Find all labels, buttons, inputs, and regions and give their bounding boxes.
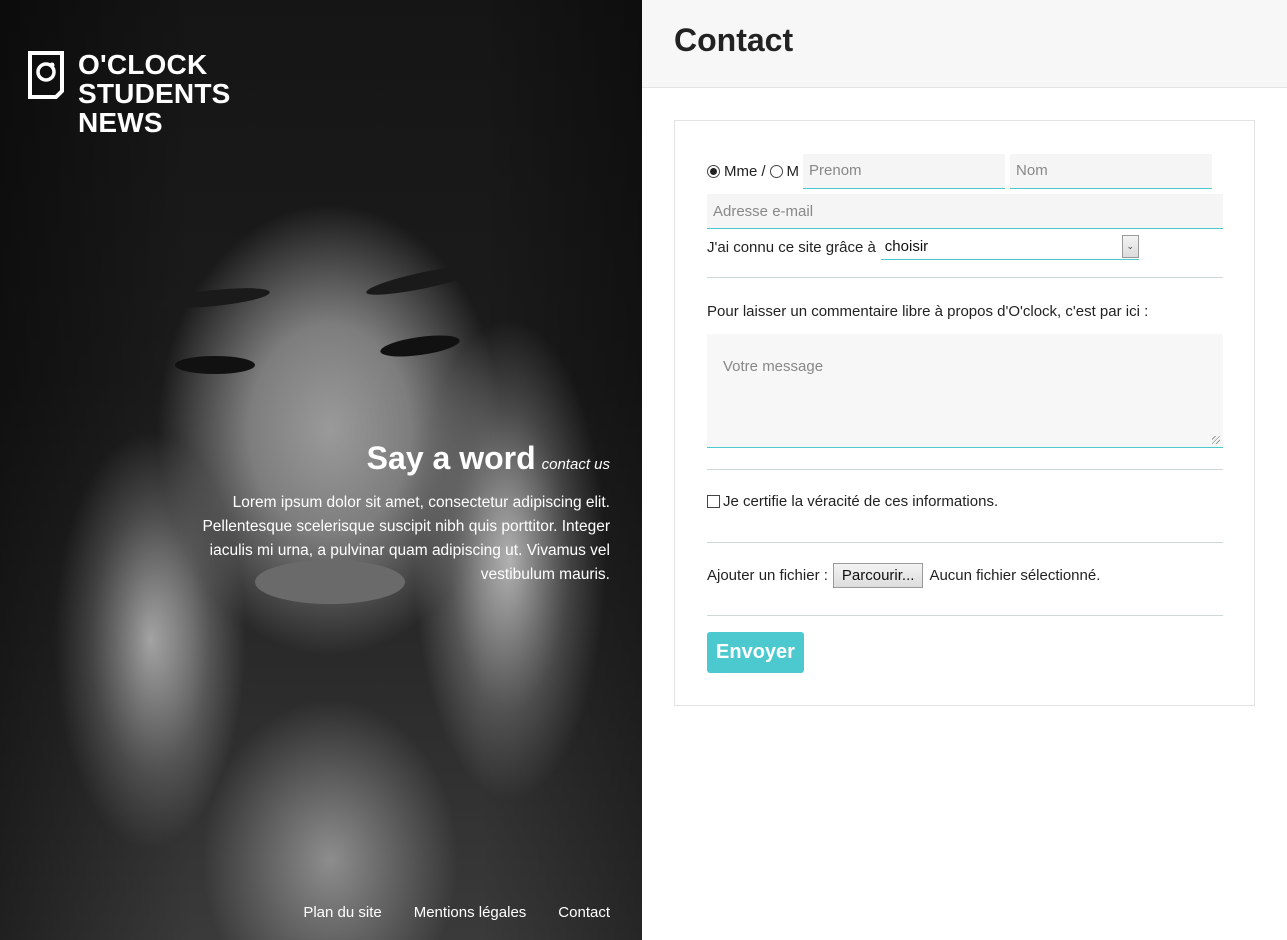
footer-link-contact[interactable]: Contact — [558, 904, 610, 921]
footer-nav: Plan du site Mentions légales Contact — [303, 904, 610, 921]
divider — [707, 615, 1223, 616]
brand-line: O'CLOCK — [78, 49, 208, 80]
message-textarea[interactable]: Votre message — [707, 334, 1223, 448]
footer-link-mentions[interactable]: Mentions légales — [414, 904, 527, 921]
brand-line: NEWS — [78, 107, 163, 138]
page-title: Contact — [674, 22, 794, 58]
brand-name: O'CLOCK STUDENTS NEWS — [78, 50, 231, 137]
file-label: Ajouter un fichier : — [707, 566, 828, 584]
email-input[interactable]: Adresse e-mail — [707, 194, 1223, 229]
divider — [707, 542, 1223, 543]
civility-separator: / — [761, 162, 766, 180]
source-select-value: choisir — [884, 238, 929, 255]
hero-panel: O'CLOCK STUDENTS NEWS Say a word contact … — [0, 0, 642, 940]
file-browse-button[interactable]: Parcourir... — [832, 562, 924, 588]
radio-m-label: M — [786, 162, 800, 180]
brand-line: STUDENTS — [78, 78, 231, 109]
source-row: J'ai connu ce site grâce à choisir ⌄ — [707, 233, 1223, 261]
source-label: J'ai connu ce site grâce à — [707, 238, 876, 256]
file-status: Aucun fichier sélectionné. — [929, 566, 1101, 584]
camera-instant-icon — [28, 51, 64, 99]
source-select[interactable]: choisir ⌄ — [880, 235, 1139, 260]
footer-link-plan[interactable]: Plan du site — [303, 904, 381, 921]
firstname-input[interactable]: Prenom — [803, 153, 1006, 189]
lastname-input[interactable]: Nom — [1010, 153, 1213, 189]
contact-form: Mme / M Prenom Nom Adresse e-mail J'ai c… — [674, 120, 1255, 706]
resize-grip-icon[interactable] — [1212, 436, 1220, 444]
message-placeholder: Votre message — [723, 358, 824, 375]
certify-row: Je certifie la véracité de ces informati… — [707, 493, 1223, 510]
hero-photo-eye-left — [175, 356, 255, 374]
identity-row: Mme / M Prenom Nom — [707, 153, 1223, 189]
page-header: Contact — [642, 0, 1287, 88]
hero-title: Say a word — [366, 440, 536, 476]
radio-mme[interactable] — [707, 164, 720, 178]
divider — [707, 277, 1223, 278]
divider — [707, 469, 1223, 470]
hero-body: Lorem ipsum dolor sit amet, consectetur … — [202, 494, 610, 583]
radio-mme-label: Mme — [724, 162, 758, 180]
brand-logo[interactable]: O'CLOCK STUDENTS NEWS — [28, 50, 231, 137]
hero-subtitle: contact us — [541, 456, 610, 473]
radio-m[interactable] — [769, 164, 783, 178]
chevron-down-icon[interactable]: ⌄ — [1121, 235, 1139, 258]
hero-pitch: Say a word contact us Lorem ipsum dolor s… — [170, 440, 610, 587]
submit-button[interactable]: Envoyer — [707, 632, 804, 673]
certify-label: Je certifie la véracité de ces informati… — [723, 493, 999, 510]
certify-checkbox[interactable] — [707, 495, 720, 508]
file-row: Ajouter un fichier : Parcourir... Aucun … — [707, 562, 1223, 588]
comment-label: Pour laisser un commentaire libre à prop… — [707, 303, 1149, 320]
